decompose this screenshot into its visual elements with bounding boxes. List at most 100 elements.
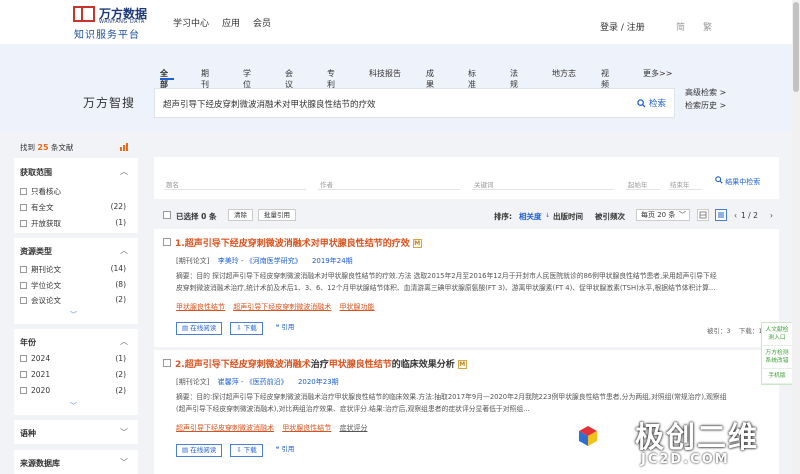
result-title[interactable]: 2.超声引导下经皮穿刺微波消融术治疗甲状腺良性结节的临床效果分析 M bbox=[175, 357, 467, 370]
search-input[interactable]: 超声引导下经皮穿刺微波消融术对甲状腺良性结节的疗效 bbox=[163, 98, 376, 110]
title-filter-input[interactable]: 题名 bbox=[166, 179, 179, 189]
per-page-select[interactable]: 每页 20 条 ﹀ bbox=[636, 209, 690, 221]
tab-more[interactable]: 更多>> bbox=[643, 68, 672, 79]
result-title[interactable]: 1.超声引导下经皮穿刺微波消融术对甲状腺良性结节的疗效 M bbox=[175, 236, 422, 249]
chevron-down-icon: ﹀ bbox=[679, 211, 686, 219]
select-all-checkbox[interactable] bbox=[163, 211, 171, 219]
pager-prev-icon[interactable]: ‹ bbox=[734, 211, 737, 220]
result-issue[interactable]: 2020年23期 bbox=[298, 378, 339, 386]
facet-item[interactable]: 只看核心 bbox=[20, 186, 126, 198]
nav-study-center[interactable]: 学习中心 bbox=[173, 16, 209, 29]
batch-cite-button[interactable]: 批量引用 bbox=[258, 209, 296, 221]
expand-more-icon[interactable]: ﹀ bbox=[70, 401, 77, 411]
facet-label: 开放获取 bbox=[31, 219, 61, 228]
tab-journal[interactable]: 期刊 bbox=[201, 68, 209, 90]
checkbox[interactable] bbox=[20, 387, 27, 394]
sort-citations[interactable]: 被引频次 bbox=[595, 211, 625, 222]
checkbox[interactable] bbox=[20, 297, 27, 304]
list-view-icon[interactable] bbox=[715, 209, 727, 221]
tab-patent[interactable]: 专利 bbox=[327, 68, 335, 90]
download-button[interactable]: ⇩ 下载 bbox=[230, 444, 263, 457]
nav-member[interactable]: 会员 bbox=[253, 16, 271, 29]
nav-apps[interactable]: 应用 bbox=[222, 16, 240, 29]
keyword-link[interactable]: 甲状腺良性结节 bbox=[176, 303, 225, 311]
checkbox[interactable] bbox=[20, 355, 27, 362]
collapse-icon[interactable]: ︿ bbox=[120, 245, 128, 256]
read-online-button[interactable]: ▤ 在线阅读 bbox=[176, 322, 223, 335]
mobile-version-entry[interactable]: 手机版 bbox=[762, 369, 792, 384]
read-online-label: 在线阅读 bbox=[190, 446, 217, 454]
expand-icon[interactable]: ﹀ bbox=[120, 457, 128, 468]
search-within-button[interactable]: 结果中检索 bbox=[715, 176, 760, 187]
expand-more-icon[interactable]: ﹀ bbox=[70, 310, 77, 320]
checkbox[interactable] bbox=[20, 282, 27, 289]
facet-item[interactable]: 开放获取 (1) bbox=[20, 218, 126, 230]
checkbox[interactable] bbox=[20, 188, 27, 195]
result-issue[interactable]: 2019年24期 bbox=[312, 257, 353, 265]
cite-button[interactable]: ❝ 引用 bbox=[270, 322, 300, 335]
result-checkbox[interactable] bbox=[163, 238, 171, 246]
pager-next-icon[interactable]: › bbox=[770, 211, 773, 220]
author-filter-input[interactable]: 作者 bbox=[320, 179, 333, 189]
result-author[interactable]: 崔馨萍 bbox=[218, 378, 239, 386]
keyword-link[interactable]: 甲状腺功能 bbox=[339, 303, 374, 311]
tab-video[interactable]: 视频 bbox=[601, 68, 609, 90]
advanced-search-link[interactable]: 高级检索 > bbox=[685, 86, 726, 99]
facet-item[interactable]: 2021 (2) bbox=[20, 370, 126, 382]
result-checkbox[interactable] bbox=[163, 359, 171, 367]
facet-item[interactable]: 2020 (2) bbox=[20, 386, 126, 398]
facet-item[interactable]: 会议论文 (2) bbox=[20, 295, 126, 307]
search-button[interactable]: 检索 bbox=[637, 97, 666, 109]
search-history-link[interactable]: 检索历史 > bbox=[685, 99, 726, 112]
facet-item[interactable]: 期刊论文 (14) bbox=[20, 264, 126, 276]
lang-simplified[interactable]: 简 bbox=[676, 20, 685, 33]
download-button[interactable]: ⇩ 下载 bbox=[230, 322, 263, 335]
keyword-filter-input[interactable]: 关键词 bbox=[474, 179, 494, 189]
wanfang-check-entry[interactable]: 万方检测系统改错 bbox=[762, 346, 792, 369]
expand-icon[interactable]: ﹀ bbox=[120, 427, 128, 438]
wanfang-logo[interactable]: 万方数据 WANFANG DATA 知识服务平台 bbox=[73, 6, 165, 41]
result-journal[interactable]: 《河南医学研究》 bbox=[246, 257, 302, 265]
keyword-link[interactable]: 超声引导下经皮穿刺微波消融术 bbox=[233, 303, 331, 311]
result-author[interactable]: 李美玲 bbox=[218, 257, 239, 265]
cite-button[interactable]: ❝ 引用 bbox=[270, 444, 300, 457]
start-year-input[interactable]: 起始年 bbox=[628, 179, 648, 189]
chart-analysis-icon[interactable] bbox=[120, 142, 129, 151]
checkbox[interactable] bbox=[20, 220, 27, 227]
facet-item[interactable]: 学位论文 (8) bbox=[20, 280, 126, 292]
lang-traditional[interactable]: 繁 bbox=[703, 20, 712, 33]
sort-pub-time[interactable]: 出版时间 bbox=[553, 211, 583, 222]
result-count: 找到 25 条文献 bbox=[20, 142, 73, 153]
login-register-link[interactable]: 登录 / 注册 bbox=[600, 20, 645, 33]
divider bbox=[626, 189, 660, 190]
tab-achievement[interactable]: 成果 bbox=[426, 68, 434, 90]
scrollbar-thumb[interactable] bbox=[793, 2, 799, 92]
keyword-link[interactable]: 甲状腺良性结节 bbox=[282, 424, 331, 432]
checkbox[interactable] bbox=[20, 266, 27, 273]
checkbox[interactable] bbox=[20, 204, 27, 211]
read-online-button[interactable]: ▤ 在线阅读 bbox=[176, 444, 223, 457]
tab-tech-report[interactable]: 科技报告 bbox=[369, 68, 401, 79]
keyword-link[interactable]: 超声引导下经皮穿刺微波消融术 bbox=[176, 424, 274, 432]
tab-thesis[interactable]: 学位 bbox=[243, 68, 251, 90]
facet-label: 2021 bbox=[31, 370, 51, 379]
grid-view-icon[interactable] bbox=[697, 209, 709, 221]
tab-local-chronicle[interactable]: 地方志 bbox=[552, 68, 576, 79]
sort-arrow-icon: ↓ bbox=[545, 212, 551, 219]
collapse-icon[interactable]: ︿ bbox=[120, 336, 128, 347]
collapse-icon[interactable]: ︿ bbox=[120, 166, 128, 177]
tab-conference[interactable]: 会议 bbox=[285, 68, 293, 90]
keyword-link[interactable]: 症状评分 bbox=[339, 424, 367, 432]
plagiarism-check-entry[interactable]: 人文献检测入口 bbox=[762, 323, 792, 346]
facet-item[interactable]: 有全文 (22) bbox=[20, 202, 126, 214]
end-year-input[interactable]: 结束年 bbox=[670, 179, 690, 189]
result-journal[interactable]: 《医药前沿》 bbox=[246, 378, 288, 386]
checkbox[interactable] bbox=[20, 371, 27, 378]
top-bar: 万方数据 WANFANG DATA 知识服务平台 学习中心 应用 会员 登录 /… bbox=[0, 0, 800, 44]
search-box[interactable]: 超声引导下经皮穿刺微波消融术对甲状腺良性结节的疗效 检索 bbox=[154, 88, 675, 118]
clear-button[interactable]: 清除 bbox=[228, 209, 253, 221]
facet-item[interactable]: 2024 (1) bbox=[20, 354, 126, 366]
tab-standard[interactable]: 标准 bbox=[468, 68, 476, 90]
sort-relevance[interactable]: 相关度 bbox=[519, 211, 542, 222]
tab-regulation[interactable]: 法规 bbox=[510, 68, 518, 90]
